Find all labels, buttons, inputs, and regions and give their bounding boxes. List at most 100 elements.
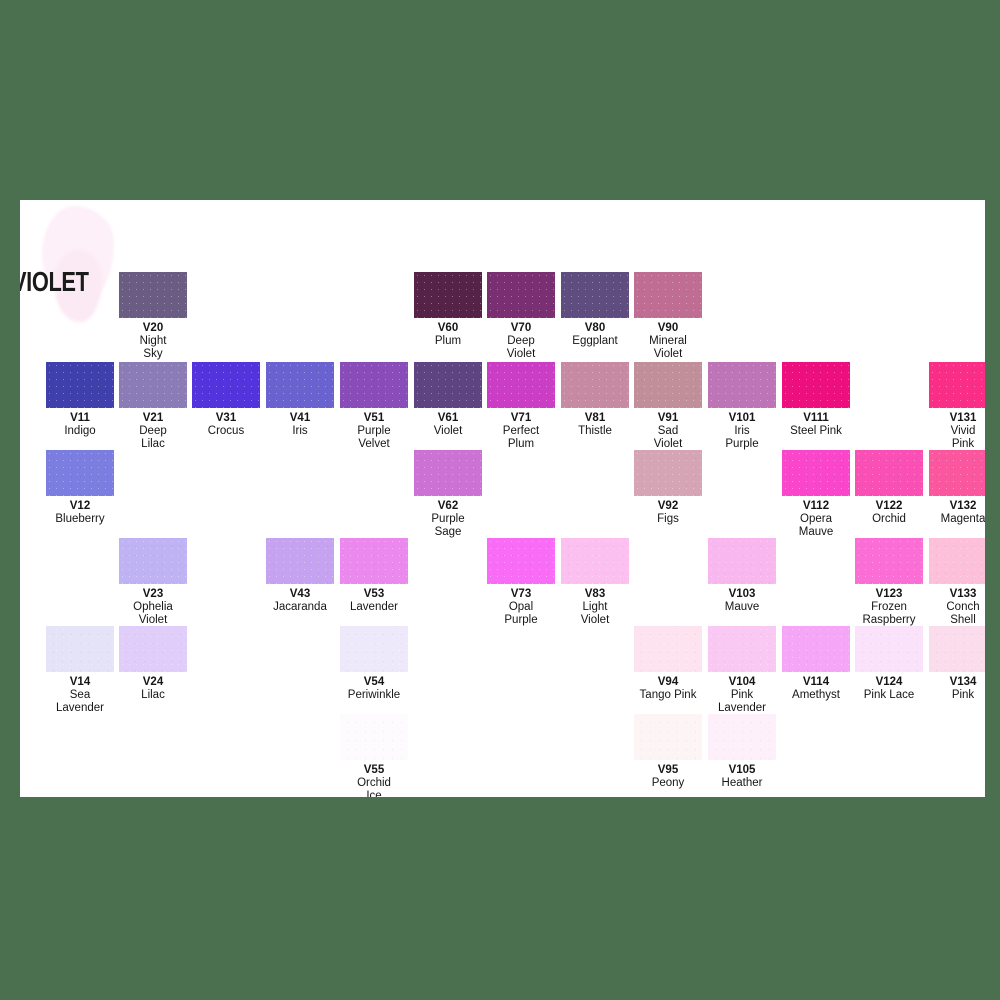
- swatch-cell[interactable]: V41 Iris: [261, 362, 339, 438]
- swatch-cell[interactable]: V94 Tango Pink: [629, 626, 707, 702]
- swatch-cell[interactable]: V131 Vivid Pink: [924, 362, 985, 451]
- swatch-cell[interactable]: V103 Mauve: [703, 538, 781, 614]
- swatch-cell[interactable]: V122 Orchid: [850, 450, 928, 526]
- color-swatch[interactable]: [855, 538, 923, 584]
- swatch-cell[interactable]: V53 Lavender: [335, 538, 413, 614]
- swatch-code: V94: [657, 676, 679, 688]
- color-swatch[interactable]: [561, 362, 629, 408]
- swatch-cell[interactable]: V12 Blueberry: [41, 450, 119, 526]
- color-swatch[interactable]: [414, 272, 482, 318]
- color-swatch[interactable]: [561, 538, 629, 584]
- swatch-cell[interactable]: V111 Steel Pink: [777, 362, 855, 438]
- swatch-cell[interactable]: V124 Pink Lace: [850, 626, 928, 702]
- swatch-name: Peony: [651, 777, 685, 789]
- swatch-cell[interactable]: V92 Figs: [629, 450, 707, 526]
- color-swatch[interactable]: [46, 626, 114, 672]
- color-swatch[interactable]: [708, 538, 776, 584]
- color-swatch[interactable]: [634, 362, 702, 408]
- swatch-cell[interactable]: V101 Iris Purple: [703, 362, 781, 451]
- color-swatch[interactable]: [46, 362, 114, 408]
- swatch-name: Opal Purple: [504, 601, 538, 626]
- color-swatch[interactable]: [708, 626, 776, 672]
- color-swatch[interactable]: [414, 450, 482, 496]
- color-swatch[interactable]: [561, 272, 629, 318]
- color-swatch[interactable]: [266, 538, 334, 584]
- swatch-cell[interactable]: V20 Night Sky: [114, 272, 192, 361]
- color-swatch[interactable]: [782, 362, 850, 408]
- color-swatch[interactable]: [855, 626, 923, 672]
- swatch-name: Pink: [951, 689, 975, 701]
- color-swatch[interactable]: [340, 626, 408, 672]
- swatch-cell[interactable]: V61 Violet: [409, 362, 487, 438]
- swatch-code: V70: [510, 322, 532, 334]
- color-swatch[interactable]: [634, 714, 702, 760]
- swatch-cell[interactable]: V21 Deep Lilac: [114, 362, 192, 451]
- swatch-code: V132: [949, 500, 977, 512]
- color-swatch[interactable]: [119, 272, 187, 318]
- swatch-name: Tango Pink: [639, 689, 697, 701]
- color-swatch[interactable]: [634, 272, 702, 318]
- swatch-cell[interactable]: V71 Perfect Plum: [482, 362, 560, 451]
- swatch-code: V21: [142, 412, 164, 424]
- color-swatch[interactable]: [708, 362, 776, 408]
- swatch-cell[interactable]: V91 Sad Violet: [629, 362, 707, 451]
- color-swatch[interactable]: [414, 362, 482, 408]
- swatch-cell[interactable]: V14 Sea Lavender: [41, 626, 119, 715]
- color-swatch[interactable]: [929, 450, 985, 496]
- swatch-code: V81: [584, 412, 606, 424]
- color-swatch[interactable]: [708, 714, 776, 760]
- color-swatch[interactable]: [192, 362, 260, 408]
- color-swatch[interactable]: [929, 538, 985, 584]
- swatch-cell[interactable]: V132 Magenta: [924, 450, 985, 526]
- swatch-cell[interactable]: V83 Light Violet: [556, 538, 634, 627]
- swatch-cell[interactable]: V105 Heather: [703, 714, 781, 790]
- swatch-cell[interactable]: V54 Periwinkle: [335, 626, 413, 702]
- color-swatch[interactable]: [119, 362, 187, 408]
- color-swatch[interactable]: [46, 450, 114, 496]
- swatch-name: Orchid Ice: [357, 777, 391, 797]
- swatch-cell[interactable]: V43 Jacaranda: [261, 538, 339, 614]
- swatch-cell[interactable]: V62 Purple Sage: [409, 450, 487, 539]
- swatch-cell[interactable]: V134 Pink: [924, 626, 985, 702]
- swatch-name: Crocus: [207, 425, 245, 437]
- swatch-code: V101: [728, 412, 756, 424]
- swatch-cell[interactable]: V31 Crocus: [187, 362, 265, 438]
- swatch-cell[interactable]: V95 Peony: [629, 714, 707, 790]
- swatch-cell[interactable]: V104 Pink Lavender: [703, 626, 781, 715]
- color-swatch[interactable]: [340, 538, 408, 584]
- swatch-cell[interactable]: V55 Orchid Ice: [335, 714, 413, 797]
- swatch-cell[interactable]: V51 Purple Velvet: [335, 362, 413, 451]
- color-swatch[interactable]: [487, 538, 555, 584]
- swatch-cell[interactable]: V24 Lilac: [114, 626, 192, 702]
- swatch-cell[interactable]: V114 Amethyst: [777, 626, 855, 702]
- color-swatch[interactable]: [782, 450, 850, 496]
- swatch-code: V95: [657, 764, 679, 776]
- swatch-name: Thistle: [578, 425, 612, 437]
- color-swatch[interactable]: [487, 272, 555, 318]
- swatch-cell[interactable]: V23 Ophelia Violet: [114, 538, 192, 627]
- swatch-cell[interactable]: V81 Thistle: [556, 362, 634, 438]
- color-swatch[interactable]: [929, 626, 985, 672]
- swatch-cell[interactable]: V80 Eggplant: [556, 272, 634, 348]
- swatch-cell[interactable]: V90 Mineral Violet: [629, 272, 707, 361]
- color-swatch[interactable]: [266, 362, 334, 408]
- color-swatch[interactable]: [487, 362, 555, 408]
- swatch-cell[interactable]: V73 Opal Purple: [482, 538, 560, 627]
- swatch-cell[interactable]: V133 Conch Shell: [924, 538, 985, 627]
- swatch-cell[interactable]: V11 Indigo: [41, 362, 119, 438]
- color-swatch[interactable]: [782, 626, 850, 672]
- color-swatch[interactable]: [634, 450, 702, 496]
- swatch-cell[interactable]: V60 Plum: [409, 272, 487, 348]
- swatch-cell[interactable]: V112 Opera Mauve: [777, 450, 855, 539]
- swatch-cell[interactable]: V123 Frozen Raspberry: [850, 538, 928, 627]
- color-swatch[interactable]: [855, 450, 923, 496]
- swatch-name: Plum: [434, 335, 462, 347]
- color-swatch[interactable]: [119, 626, 187, 672]
- color-swatch[interactable]: [340, 362, 408, 408]
- color-swatch[interactable]: [634, 626, 702, 672]
- color-swatch[interactable]: [340, 714, 408, 760]
- swatch-cell[interactable]: V70 Deep Violet: [482, 272, 560, 361]
- color-swatch[interactable]: [929, 362, 985, 408]
- color-swatch[interactable]: [119, 538, 187, 584]
- swatch-name: Deep Lilac: [139, 425, 167, 450]
